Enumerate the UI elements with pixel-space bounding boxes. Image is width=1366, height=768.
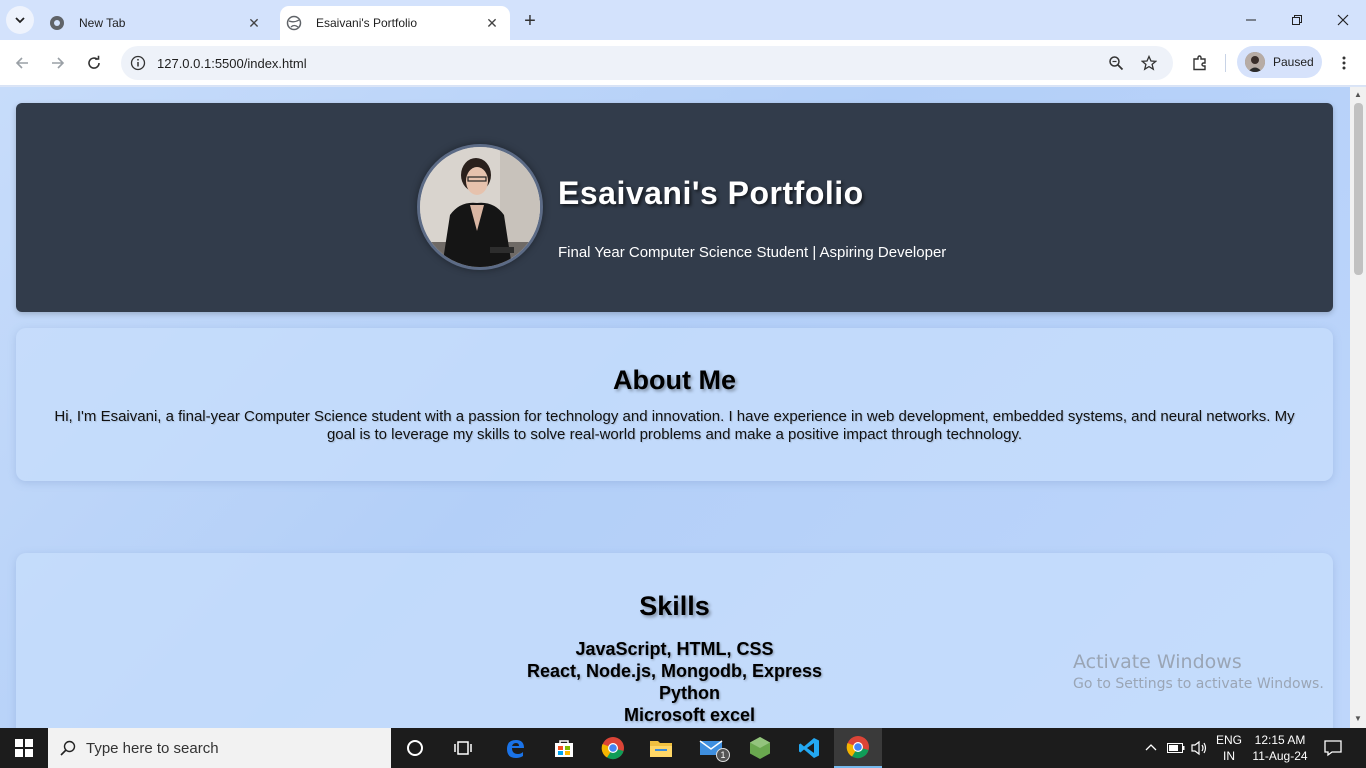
- language-indicator[interactable]: ENG IN: [1212, 728, 1246, 768]
- task-view-icon: [454, 741, 472, 755]
- minimize-button[interactable]: [1228, 0, 1274, 40]
- start-button[interactable]: [0, 728, 48, 768]
- tab-title: Esaivani's Portfolio: [316, 16, 418, 30]
- restore-icon: [1292, 15, 1302, 25]
- task-view-button[interactable]: [439, 728, 487, 768]
- watermark-subtitle: Go to Settings to activate Windows.: [1073, 676, 1324, 692]
- edge-icon: [507, 740, 524, 758]
- taskbar-search-box[interactable]: Type here to search: [48, 728, 391, 768]
- tab-portfolio[interactable]: Esaivani's Portfolio ✕: [280, 6, 510, 40]
- battery-icon: [1167, 743, 1185, 753]
- volume-button[interactable]: [1188, 728, 1212, 768]
- language-code: ENG: [1215, 733, 1242, 747]
- arrow-left-icon: [15, 57, 28, 69]
- taskbar-chrome[interactable]: [589, 728, 637, 768]
- watermark-title: Activate Windows: [1073, 651, 1242, 673]
- taskbar-mail[interactable]: 1: [687, 728, 735, 768]
- cortana-button[interactable]: [391, 728, 439, 768]
- about-section: About Me Hi, I'm Esaivani, a final-year …: [16, 328, 1333, 481]
- profile-button[interactable]: Paused: [1237, 46, 1322, 78]
- restore-button[interactable]: [1274, 0, 1320, 40]
- hero-tagline: Final Year Computer Science Student | As…: [558, 244, 947, 261]
- page-viewport: Esaivani's Portfolio Final Year Computer…: [0, 87, 1350, 728]
- tab-new-tab[interactable]: New Tab ✕: [40, 6, 272, 40]
- hero-title: Esaivani's Portfolio: [558, 175, 864, 211]
- close-icon[interactable]: ✕: [244, 13, 264, 33]
- speaker-icon: [1191, 740, 1207, 756]
- back-button[interactable]: [8, 49, 36, 77]
- url-text[interactable]: 127.0.0.1:5500/index.html: [157, 56, 307, 71]
- minimize-icon: [1246, 19, 1256, 21]
- site-info-icon[interactable]: [129, 54, 147, 72]
- windows-taskbar: Type here to search 1 ENG IN 12:15 AM 11…: [0, 728, 1366, 768]
- globe-icon: [286, 15, 302, 31]
- extensions-button[interactable]: [1186, 49, 1214, 77]
- notification-icon: [1324, 740, 1342, 757]
- clock-time: 12:15 AM: [1254, 733, 1306, 747]
- close-icon[interactable]: ✕: [482, 13, 502, 33]
- chrome-icon: [49, 15, 65, 31]
- avatar: [1245, 52, 1265, 72]
- puzzle-icon: [1193, 55, 1206, 71]
- taskbar-file-explorer[interactable]: [637, 728, 685, 768]
- new-tab-button[interactable]: +: [518, 9, 542, 33]
- clock[interactable]: 12:15 AM 11-Aug-24: [1248, 728, 1312, 768]
- hexagon-icon: [750, 737, 770, 759]
- skills-section: Skills JavaScript, HTML, CSS React, Node…: [16, 553, 1333, 728]
- scroll-up-arrow-icon[interactable]: ▲: [1354, 91, 1362, 99]
- close-icon: [1337, 14, 1349, 26]
- battery-button[interactable]: [1164, 728, 1188, 768]
- profile-photo: [417, 144, 543, 270]
- skills-heading: Skills: [639, 591, 710, 621]
- vscode-icon: [799, 738, 819, 758]
- taskbar-vscode[interactable]: [785, 728, 833, 768]
- browser-menu-button[interactable]: [1330, 49, 1358, 77]
- folder-icon: [650, 741, 672, 757]
- mail-badge: 1: [716, 748, 730, 762]
- region-code: IN: [1223, 749, 1235, 763]
- hero-header: Esaivani's Portfolio Final Year Computer…: [16, 103, 1333, 312]
- close-window-button[interactable]: [1320, 0, 1366, 40]
- chevron-up-icon: [1145, 744, 1157, 751]
- more-vertical-icon: [1342, 56, 1346, 70]
- search-icon: [60, 740, 76, 756]
- clock-date: 11-Aug-24: [1252, 749, 1308, 763]
- browser-tab-strip: New Tab ✕ Esaivani's Portfolio ✕ +: [0, 0, 1366, 40]
- chrome-icon: [846, 736, 869, 759]
- scrollbar-thumb[interactable]: [1354, 103, 1363, 275]
- profile-status-label: Paused: [1273, 55, 1314, 69]
- reload-button[interactable]: [80, 49, 108, 77]
- taskbar-chrome-active[interactable]: [834, 728, 882, 768]
- tab-title: New Tab: [79, 16, 126, 30]
- forward-button[interactable]: [44, 49, 72, 77]
- about-text: Hi, I'm Esaivani, a final-year Computer …: [54, 408, 1295, 443]
- chevron-down-icon: [15, 17, 25, 24]
- search-placeholder: Type here to search: [86, 739, 219, 757]
- toolbar-divider: [1225, 54, 1226, 72]
- chrome-icon: [601, 737, 624, 760]
- taskbar-node-app[interactable]: [736, 728, 784, 768]
- taskbar-store[interactable]: [540, 728, 588, 768]
- action-center-button[interactable]: [1318, 728, 1348, 768]
- arrow-right-icon: [52, 57, 65, 69]
- browser-toolbar: 127.0.0.1:5500/index.html Paused: [0, 40, 1366, 86]
- bookmark-star-icon[interactable]: [1140, 54, 1158, 72]
- scroll-down-arrow-icon[interactable]: ▼: [1354, 715, 1362, 723]
- skill-item: Microsoft excel: [623, 705, 756, 725]
- taskbar-edge[interactable]: [491, 728, 539, 768]
- store-icon: [555, 740, 573, 757]
- address-bar[interactable]: 127.0.0.1:5500/index.html: [121, 46, 1173, 80]
- show-hidden-icons-button[interactable]: [1140, 728, 1162, 768]
- cortana-circle-icon: [407, 740, 423, 756]
- tab-search-button[interactable]: [6, 6, 34, 34]
- zoom-icon[interactable]: [1107, 54, 1125, 72]
- activate-windows-watermark: Activate Windows Go to Settings to activ…: [1073, 651, 1324, 692]
- windows-logo-icon: [15, 739, 33, 757]
- reload-icon: [88, 55, 100, 69]
- about-heading: About Me: [613, 365, 736, 395]
- page-scrollbar[interactable]: ▲ ▼: [1350, 87, 1366, 728]
